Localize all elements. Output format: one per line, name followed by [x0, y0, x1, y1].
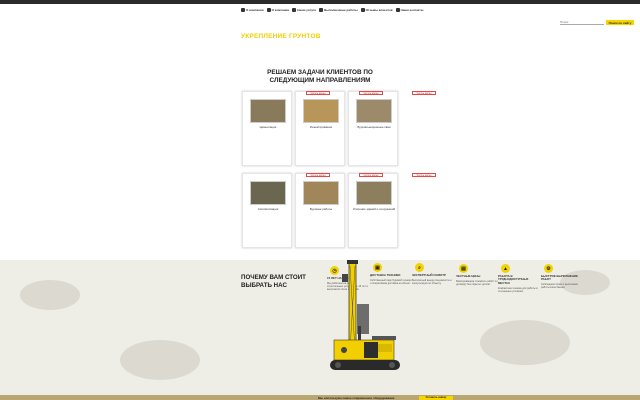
nav-item-works[interactable]: Выполненные работы — [319, 8, 358, 12]
nav-item-contacts[interactable]: Наши контакты — [395, 8, 424, 12]
feature-prices: ▤ ЧЕСТНЫЕ ЦЕНЫ Фиксированная стоимость р… — [456, 264, 498, 286]
nav-item-about[interactable]: О компании — [266, 8, 290, 12]
texture-speck — [480, 320, 570, 365]
feature-text: Соблюдаем сроки и выполняем работы качес… — [541, 283, 578, 290]
page-title: УКРЕПЛЕНИЕ ГРУНТОВ — [241, 33, 321, 40]
feature-title: БЫСТРОЕ ВЫПОЛНЕНИЕ РАБОТ — [541, 274, 578, 282]
footer-text: Мы используем самое современное оборудов… — [318, 396, 395, 400]
service-card-label: Буроинъекционные сваи — [357, 125, 391, 129]
search-icon: ⌕ — [415, 263, 424, 272]
works-icon — [319, 8, 324, 12]
service-photo — [303, 99, 339, 123]
service-card-silicatization[interactable]: Силикатизация — [242, 173, 292, 248]
read-more-button[interactable]: Читать далее — [412, 173, 436, 177]
texture-speck — [120, 340, 200, 380]
info-icon — [266, 8, 271, 12]
nav-item-label: Наши контакты — [400, 8, 424, 12]
texture-speck — [20, 280, 80, 310]
nav-item-label: Выполненные работы — [324, 8, 358, 12]
service-card-piles[interactable]: Буроинъекционные сваи — [348, 91, 398, 166]
nav-item-services[interactable]: Наши услуги — [292, 8, 316, 12]
nav-item-label: Наши услуги — [297, 8, 317, 12]
service-card-label: Усиление зданий и сооружений — [352, 207, 396, 211]
nav-item-label: Отзывы клиентов — [365, 8, 393, 12]
feature-text: Фиксированная стоимость работ по договор… — [456, 279, 498, 286]
read-more-button[interactable]: Читать далее — [359, 91, 383, 95]
feature-title: РАБОТА В ТРУДНОДОСТУПНЫХ МЕСТАХ — [498, 274, 529, 285]
document-icon: ▤ — [459, 264, 468, 273]
top-navigation: О компании О компании Наши услуги Выполн… — [241, 8, 423, 12]
search-bar: Поиск по сайту — [560, 20, 634, 25]
feature-text: Бесплатный выезд специалиста и консульта… — [412, 278, 452, 285]
feature-text: Компактная техника для работы в стесненн… — [498, 286, 538, 293]
feature-inspection: ⌕ ЭКСПЕРТНЫЙ ОСМОТР Бесплатный выезд спе… — [412, 263, 454, 285]
location-icon: ▲ — [501, 264, 510, 273]
nav-item-home[interactable]: О компании — [241, 8, 264, 12]
search-input[interactable] — [560, 20, 604, 25]
read-more-button[interactable]: Читать далее — [306, 91, 330, 95]
read-more-button[interactable]: Читать далее — [359, 173, 383, 177]
feature-title: ЭКСПЕРТНЫЙ ОСМОТР — [412, 273, 446, 277]
search-button[interactable]: Поиск по сайту — [606, 20, 634, 25]
service-card-label: Цементация — [259, 125, 277, 129]
service-card-injection[interactable]: Инъектирование — [295, 91, 345, 166]
reviews-icon — [360, 8, 365, 12]
service-card-cementation[interactable]: Цементация — [242, 91, 292, 166]
rig-icon: ⚙ — [544, 264, 553, 273]
why-choose-us-section: ПОЧЕМУ ВАМ СТОИТ ВЫБРАТЬ НАС ◷ 15 ЛЕТ НА… — [0, 260, 640, 400]
feature-hard-access: ▲ РАБОТА В ТРУДНОДОСТУПНЫХ МЕСТАХ Компак… — [498, 264, 540, 293]
service-icon — [292, 8, 297, 12]
service-photo — [356, 181, 392, 205]
service-photo — [303, 181, 339, 205]
why-title: ПОЧЕМУ ВАМ СТОИТ ВЫБРАТЬ НАС — [241, 274, 306, 289]
service-photo — [250, 181, 286, 205]
service-photo — [356, 99, 392, 123]
contacts-icon — [395, 8, 400, 12]
feature-fast: ⚙ БЫСТРОЕ ВЫПОЛНЕНИЕ РАБОТ Соблюдаем сро… — [541, 264, 583, 289]
service-card-reinforcement[interactable]: Усиление зданий и сооружений — [348, 173, 398, 248]
section-title: РЕШАЕМ ЗАДАЧИ КЛИЕНТОВ ПО СЛЕДУЮЩИМ НАПР… — [267, 69, 373, 84]
read-more-button[interactable]: Читать далее — [306, 173, 330, 177]
nav-item-label: О компании — [246, 8, 264, 12]
feature-title: ЧЕСТНЫЕ ЦЕНЫ — [456, 274, 481, 278]
service-photo — [250, 99, 286, 123]
service-card-label: Инъектирование — [309, 125, 333, 129]
order-button[interactable]: Оставить заявку — [419, 395, 453, 400]
drilling-rig-image — [330, 260, 400, 370]
service-card-drilling[interactable]: Буровые работы — [295, 173, 345, 248]
nav-item-label: О компании — [271, 8, 290, 12]
home-icon — [241, 8, 245, 12]
service-card-label: Силикатизация — [257, 207, 279, 211]
read-more-button[interactable]: Читать далее — [412, 91, 436, 95]
top-bar — [0, 0, 640, 4]
service-card-label: Буровые работы — [309, 207, 333, 211]
nav-item-reviews[interactable]: Отзывы клиентов — [360, 8, 393, 12]
